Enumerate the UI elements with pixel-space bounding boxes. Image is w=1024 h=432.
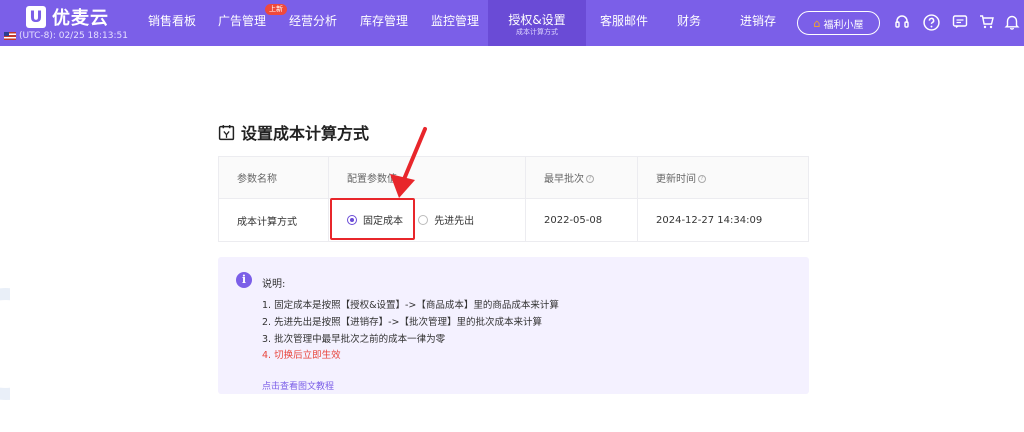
notice-title: 说明: — [262, 279, 286, 290]
page-title: 设置成本计算方式 — [218, 120, 369, 144]
radio-unselected-icon[interactable] — [418, 214, 429, 225]
annotation-arrow-icon — [390, 127, 427, 198]
welfare-button[interactable]: ⌂ 福利小屋 — [797, 11, 880, 35]
timezone-text: (UTC-8): 02/25 18:13:51 — [19, 31, 128, 41]
nav-purchase-sales-inventory[interactable]: 进销存 — [740, 0, 776, 46]
header-updated-at-label: 更新时间 — [656, 174, 696, 185]
help-icon[interactable]: ? — [698, 175, 706, 183]
header-updated-at: 更新时间? — [637, 156, 809, 199]
nav-active-subtitle: 成本计算方式 — [516, 28, 558, 36]
logo-icon: U — [26, 6, 46, 28]
welfare-label: 福利小屋 — [823, 19, 864, 31]
message-icon[interactable] — [951, 13, 969, 31]
info-icon: i — [236, 272, 252, 288]
calendar-icon — [218, 124, 235, 140]
notice-box: i 说明: 1. 固定成本是按照【授权&设置】->【商品成本】里的商品成本来计算… — [218, 257, 809, 394]
app-logo[interactable]: U 优麦云 — [26, 4, 109, 30]
headset-icon[interactable] — [893, 13, 911, 31]
updated-at-cell: 2024-12-27 14:34:09 — [637, 198, 809, 242]
nav-inventory[interactable]: 库存管理 — [360, 0, 408, 46]
timezone-clock: (UTC-8): 02/25 18:13:51 — [4, 31, 128, 41]
new-badge: 上新 — [265, 4, 287, 15]
help-icon[interactable]: ? — [586, 175, 594, 183]
header-earliest-batch: 最早批次? — [525, 156, 638, 199]
earliest-batch-cell: 2022-05-08 — [525, 198, 638, 242]
param-name-cell: 成本计算方式 — [218, 198, 329, 242]
notice-line: 3. 批次管理中最早批次之前的成本一律为零 — [262, 334, 446, 345]
notice-line: 1. 固定成本是按照【授权&设置】->【商品成本】里的商品成本来计算 — [262, 300, 559, 311]
bell-icon[interactable] — [1003, 13, 1021, 31]
page-title-text: 设置成本计算方式 — [241, 124, 370, 143]
nav-business-analysis[interactable]: 经营分析 — [289, 0, 337, 46]
header-earliest-batch-label: 最早批次 — [544, 174, 584, 185]
header-param-name: 参数名称 — [218, 156, 329, 199]
app-name: 优麦云 — [52, 8, 109, 29]
radio-fifo-label: 先进先出 — [434, 216, 475, 228]
nav-customer-email[interactable]: 客服邮件 — [600, 0, 648, 46]
tutorial-link[interactable]: 点击查看图文教程 — [262, 379, 334, 392]
table-row: 成本计算方式 固定成本 先进先出 2022-05-08 2024-12-27 1… — [218, 198, 809, 242]
help-icon[interactable] — [922, 13, 940, 31]
nav-ad-management[interactable]: 广告管理 — [218, 0, 266, 46]
cart-icon[interactable] — [978, 13, 996, 31]
nav-authorization-settings-label: 授权&设置 — [508, 13, 566, 27]
table-header-row: 参数名称 配置参数值 最早批次? 更新时间? — [218, 156, 809, 199]
us-flag-icon — [4, 32, 16, 40]
house-icon: ⌂ — [813, 16, 821, 30]
nav-monitoring[interactable]: 监控管理 — [431, 0, 479, 46]
radio-fifo[interactable]: 先进先出 — [418, 212, 474, 227]
nav-authorization-settings[interactable]: 授权&设置 成本计算方式 — [488, 0, 586, 46]
top-navigation-bar: U 优麦云 (UTC-8): 02/25 18:13:51 销售看板 广告管理 … — [0, 0, 1024, 46]
config-table: 参数名称 配置参数值 最早批次? 更新时间? 成本计算方式 固定成本 先进先出 … — [218, 156, 809, 242]
notice-line: 4. 切换后立即生效 — [262, 350, 341, 361]
highlight-box — [330, 198, 415, 240]
nav-finance[interactable]: 财务 — [677, 0, 701, 46]
nav-sales-dashboard[interactable]: 销售看板 — [148, 0, 196, 46]
notice-line: 2. 先进先出是按照【进销存】->【批次管理】里的批次成本来计算 — [262, 317, 542, 328]
